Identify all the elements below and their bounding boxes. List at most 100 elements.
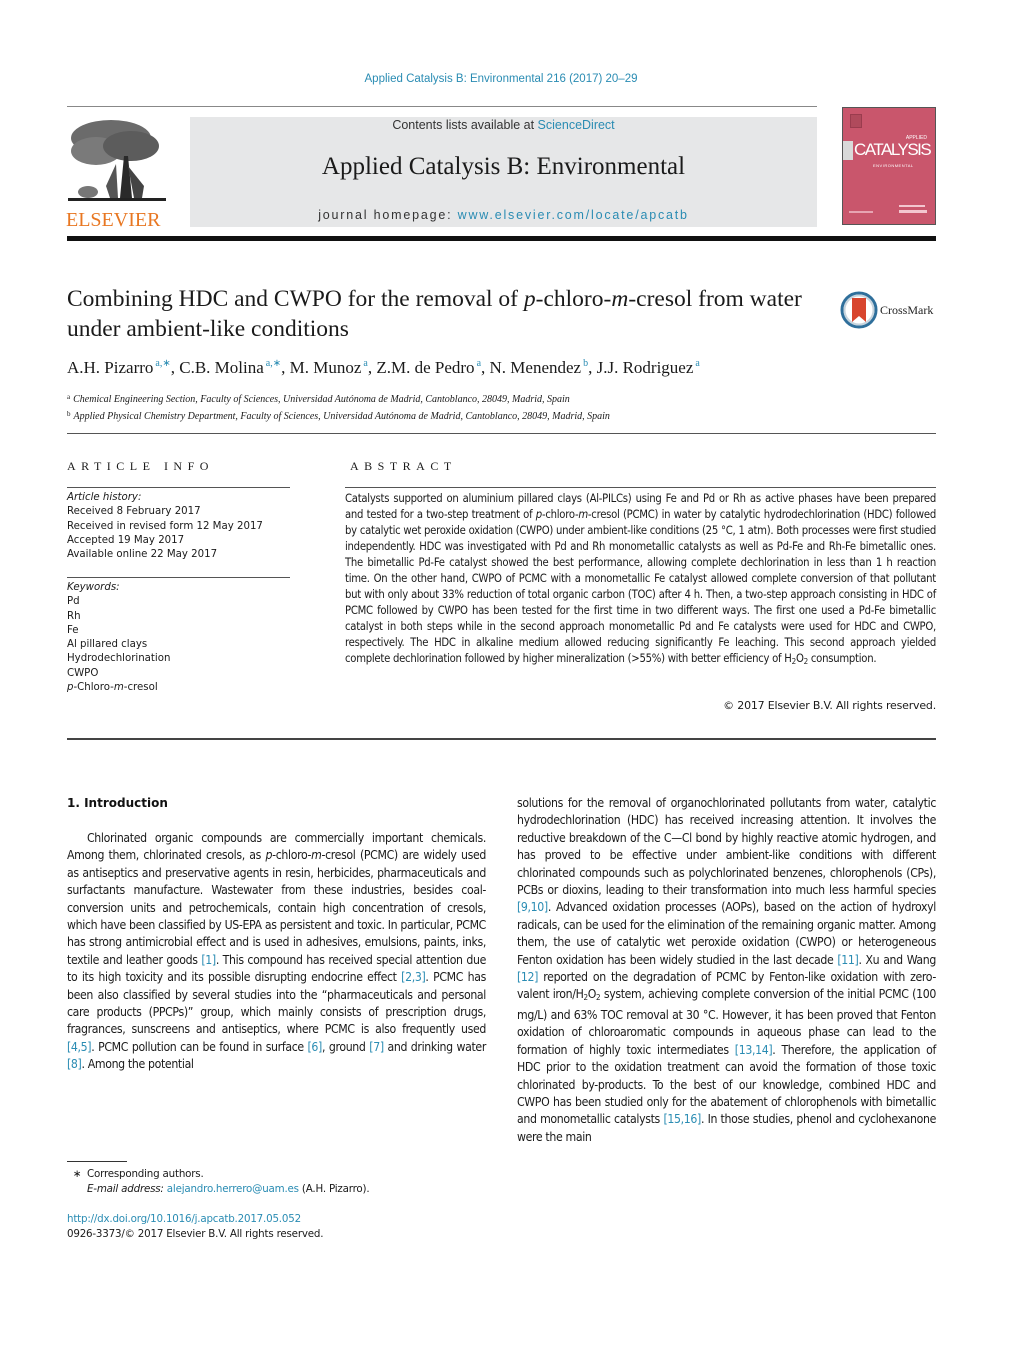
crossmark-label: CrossMark (880, 303, 934, 317)
citation-link[interactable]: [11] (837, 953, 858, 967)
keyword-text: -cresol (123, 682, 158, 694)
homepage-line: journal homepage: www.elsevier.com/locat… (190, 208, 817, 222)
citation-link[interactable]: [12] (517, 970, 538, 984)
author-name[interactable]: A.H. Pizarro (67, 358, 153, 377)
citation-link[interactable]: [1] (201, 953, 216, 967)
body-column-right: solutions for the removal of organochlor… (517, 795, 936, 1146)
cover-logo-box (850, 114, 862, 128)
keyword-item: Fe (67, 624, 79, 636)
citation-link[interactable]: [9,10] (517, 900, 548, 914)
article-history: Article history: Received 8 February 201… (67, 491, 263, 562)
citation-link[interactable]: [4,5] (67, 1040, 92, 1054)
abstract-text: Catalysts supported on aluminium pillare… (345, 491, 936, 670)
history-item: Accepted 19 May 2017 (67, 534, 185, 546)
history-item: Available online 22 May 2017 (67, 549, 218, 561)
journal-title: Applied Catalysis B: Environmental (321, 153, 686, 180)
article-info-divider (67, 487, 290, 488)
title-text: -chloro- (535, 286, 612, 312)
cover-footer-mark (899, 205, 925, 207)
text-run: , ground (321, 1039, 370, 1054)
crossmark-button[interactable]: CrossMark (840, 291, 940, 329)
email-link[interactable]: alejandro.herrero@uam.es (167, 1183, 299, 1195)
author-name[interactable]: Z.M. de Pedro (376, 358, 474, 377)
history-item: Received 8 February 2017 (67, 506, 201, 518)
author-affiliation-mark[interactable]: a,∗ (266, 358, 281, 369)
footnote-corresponding: Corresponding authors. (87, 1168, 204, 1180)
history-label: Article history: (67, 492, 142, 503)
citation-link[interactable]: [2,3] (401, 970, 426, 984)
keyword-item: Al pillared clays (67, 639, 148, 651)
abstract-divider (345, 487, 936, 488)
elsevier-wordmark: ELSEVIER (66, 209, 161, 231)
author-name[interactable]: J.J. Rodriguez (597, 358, 694, 377)
article-title: Combining HDC and CWPO for the removal o… (67, 284, 827, 344)
cover-title: CATALYSIS (854, 140, 932, 159)
footnote-star: ∗ (72, 1168, 82, 1180)
author-affiliation-mark[interactable]: a (695, 358, 699, 369)
elsevier-logo[interactable]: ELSEVIER (66, 116, 168, 231)
keyword-italic: m (113, 682, 124, 694)
title-italic: m (611, 286, 629, 312)
journal-homepage-link[interactable]: www.elsevier.com/locate/apcatb (458, 208, 689, 222)
journal-cover-thumbnail[interactable]: APPLIED CATALYSIS ENVIRONMENTAL (842, 107, 936, 225)
text-run: m (311, 848, 322, 863)
journal-reference-link[interactable]: Applied Catalysis B: Environmental 216 (… (0, 73, 1002, 85)
header-divider (67, 106, 817, 107)
history-item: Received in revised form 12 May 2017 (67, 520, 263, 532)
email-label: E-mail address: (87, 1183, 164, 1195)
text-run: -cresol (PCMC) in water by catalytic hyd… (345, 508, 936, 665)
homepage-prefix: journal homepage: (318, 208, 458, 222)
abstract-heading: ABSTRACT (350, 459, 457, 473)
text-run: . PCMC pollution can be found in surface (91, 1039, 308, 1054)
doi-block: http://dx.doi.org/10.1016/j.apcatb.2017.… (67, 1212, 323, 1242)
affiliation-text: Chemical Engineering Section, Faculty of… (73, 394, 570, 405)
introduction-heading: 1. Introduction (67, 796, 168, 810)
citation-link[interactable]: [7] (369, 1040, 384, 1054)
text-run: O (795, 652, 804, 665)
author-affiliation-mark[interactable]: a (363, 358, 367, 369)
text-run: O (587, 987, 597, 1002)
doi-link[interactable]: http://dx.doi.org/10.1016/j.apcatb.2017.… (67, 1212, 323, 1227)
affiliation-text: Applied Physical Chemistry Department, F… (73, 411, 610, 422)
keyword-item: Pd (67, 596, 80, 608)
author-list: A.H. Pizarro a,∗, C.B. Molina a,∗, M. Muno… (67, 358, 700, 377)
text-run: -chloro- (272, 848, 312, 863)
text-run: consumption. (807, 652, 877, 665)
header-thick-divider (67, 236, 936, 241)
contents-line: Contents lists available at ScienceDirec… (190, 118, 817, 132)
section-divider (67, 738, 936, 740)
affiliations: a Chemical Engineering Section, Faculty o… (67, 390, 947, 424)
keyword-item: p-Chloro-m-cresol (67, 681, 170, 695)
title-text: Combining HDC and CWPO for the removal o… (67, 286, 524, 312)
title-italic: p (523, 286, 536, 312)
contents-prefix: Contents lists available at (392, 118, 538, 132)
body-column-left: Chlorinated organic compounds are commer… (67, 830, 486, 1074)
author-affiliation-mark[interactable]: b (583, 358, 588, 369)
text-run: -cresol (PCMC) are widely used as antise… (67, 848, 486, 967)
abstract-copyright: © 2017 Elsevier B.V. All rights reserved… (723, 699, 936, 712)
author-name[interactable]: N. Menendez (490, 358, 582, 377)
author-affiliation-mark[interactable]: a (477, 358, 481, 369)
text-run: and drinking water (383, 1039, 486, 1054)
author-name[interactable]: C.B. Molina (179, 358, 264, 377)
citation-link[interactable]: [8] (67, 1057, 82, 1071)
affiliation-item: a Chemical Engineering Section, Faculty o… (67, 390, 947, 407)
affiliation-key: b (67, 410, 71, 418)
keywords-list: Keywords: Pd Rh Fe Al pillared clays Hyd… (67, 581, 170, 695)
section-divider (67, 433, 936, 434)
cover-footer-mark (849, 211, 873, 213)
citation-link[interactable]: [6] (308, 1040, 323, 1054)
keywords-label: Keywords: (67, 582, 120, 593)
text-run: . Among the potential (81, 1057, 194, 1072)
citation-link[interactable]: [15,16] (663, 1112, 701, 1126)
keyword-text: -Chloro- (73, 682, 114, 694)
keyword-item: CWPO (67, 667, 99, 679)
citation-link[interactable]: [13,14] (735, 1043, 773, 1057)
cover-subtitle: ENVIRONMENTAL (873, 163, 914, 168)
footnote-divider (67, 1161, 127, 1162)
author-affiliation-mark[interactable]: a,∗ (155, 358, 170, 369)
text-run: m (578, 508, 588, 521)
article-info-heading: ARTICLE INFO (67, 459, 214, 473)
author-name[interactable]: M. Munoz (290, 358, 362, 377)
sciencedirect-link[interactable]: ScienceDirect (538, 118, 615, 132)
